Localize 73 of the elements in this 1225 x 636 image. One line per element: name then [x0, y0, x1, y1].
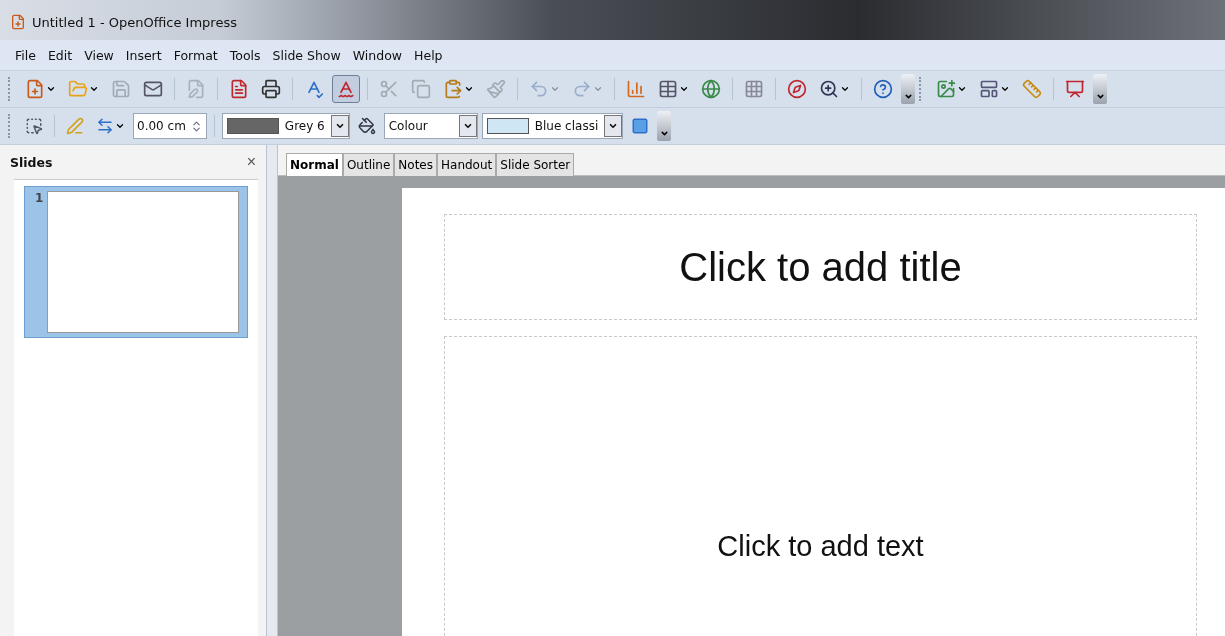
copy-icon: [411, 79, 431, 99]
mail-icon: [143, 79, 163, 99]
menu-item[interactable]: File: [10, 45, 41, 65]
paste-icon: [443, 79, 463, 99]
app-icon: [10, 14, 26, 30]
caret-icon: [679, 84, 689, 94]
menu-item[interactable]: Insert: [120, 45, 167, 65]
slide-number: 1: [35, 191, 44, 207]
save-icon: [111, 79, 131, 99]
cut-icon: [379, 79, 399, 99]
caret-icon: [462, 121, 473, 131]
compass-icon: [787, 79, 807, 99]
slide-layout-icon: [979, 79, 999, 99]
text-placeholder[interactable]: Click to add text: [444, 336, 1197, 636]
caret-icon: [659, 129, 669, 138]
edit-file-icon: [186, 79, 206, 99]
caret-icon: [334, 121, 345, 131]
folder-icon: [68, 79, 88, 99]
close-button[interactable]: ×: [246, 153, 256, 171]
shadow-icon: [631, 117, 650, 135]
paint-bucket-icon: [357, 117, 376, 135]
printer-icon: [261, 79, 281, 99]
zoom-icon: [819, 79, 839, 99]
caret-icon: [550, 84, 560, 94]
caret-icon: [89, 84, 99, 94]
area-style-dropdown[interactable]: Colour: [383, 113, 478, 139]
area-fill-dropdown[interactable]: Blue classi: [481, 113, 624, 139]
menu-item[interactable]: Format: [168, 45, 223, 65]
window-title: Untitled 1 - OpenOffice Impress: [32, 14, 237, 30]
caret-icon: [464, 84, 474, 94]
toolbar-overflow-button[interactable]: [1093, 74, 1107, 104]
view-tab[interactable]: Handout: [437, 153, 497, 176]
menu-item[interactable]: View: [79, 45, 119, 65]
panel-title: Slides: [10, 154, 53, 170]
view-tab[interactable]: Slide Sorter: [496, 153, 575, 176]
title-placeholder[interactable]: Click to add title: [444, 214, 1197, 320]
caret-icon: [1095, 92, 1105, 101]
view-tab[interactable]: Notes: [394, 153, 437, 176]
menu-item[interactable]: Tools: [224, 45, 266, 65]
caret-icon: [903, 92, 913, 101]
caret-icon: [593, 84, 603, 94]
line-width-field[interactable]: 0.00 cm: [133, 113, 207, 139]
slide-thumbnail[interactable]: 1: [24, 186, 248, 338]
undo-icon: [529, 79, 549, 99]
globe-icon: [701, 79, 721, 99]
table-icon: [658, 79, 678, 99]
paintbrush-icon: [486, 79, 506, 99]
redo-icon: [572, 79, 592, 99]
menu-item[interactable]: Slide Show: [267, 45, 346, 65]
menu-item[interactable]: Help: [409, 45, 448, 65]
arrows-icon: [96, 117, 114, 135]
caret-icon: [608, 121, 619, 131]
pen-icon: [66, 117, 84, 135]
presentation-icon: [1065, 79, 1085, 99]
line-color-dropdown[interactable]: Grey 6: [221, 113, 350, 139]
caret-icon: [46, 84, 56, 94]
caret-icon: [115, 121, 125, 131]
new-document-icon: [25, 79, 45, 99]
help-icon: [873, 79, 893, 99]
menu-item[interactable]: Edit: [42, 45, 78, 65]
view-tab[interactable]: Outline: [342, 153, 395, 176]
menu-item[interactable]: Window: [347, 45, 408, 65]
caret-icon: [1000, 84, 1010, 94]
toolbar-overflow-button[interactable]: [657, 111, 672, 141]
grid-icon: [744, 79, 764, 99]
toolbar-overflow-button[interactable]: [901, 74, 915, 104]
caret-icon: [840, 84, 850, 94]
auto-spellcheck-icon: [336, 79, 356, 99]
pdf-icon: [229, 79, 249, 99]
object-icon: [25, 117, 43, 135]
bar-chart-icon: [626, 79, 646, 99]
caret-icon: [957, 84, 967, 94]
view-tab[interactable]: Normal: [286, 153, 343, 176]
